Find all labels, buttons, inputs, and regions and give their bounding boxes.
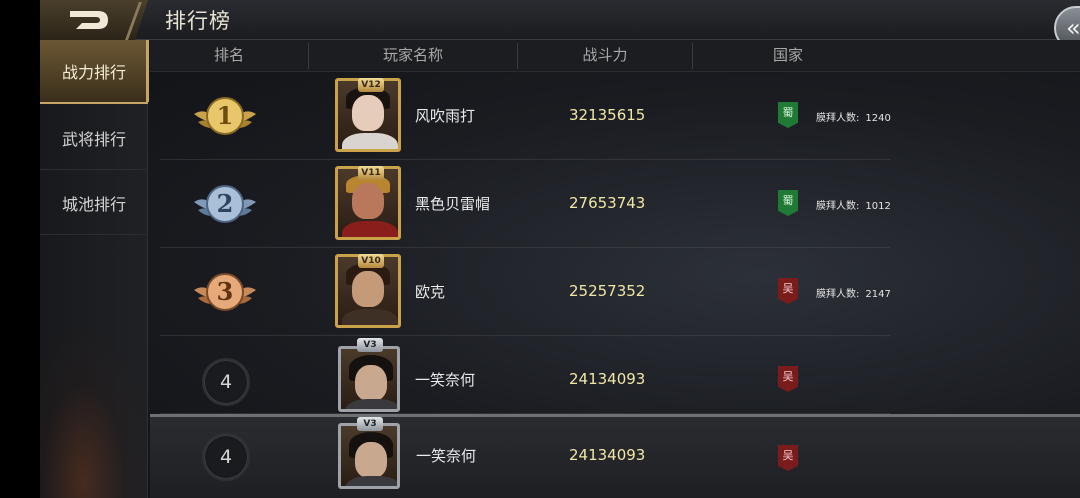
worship-value: 1240 [865,113,891,124]
sidebar-item-city-ranking[interactable]: 城池排行 [40,171,148,235]
player-name: 欧克 [415,283,446,301]
vip-badge: V11 [358,166,384,180]
avatar-face [355,365,387,401]
country-flag-shu: 蜀 [778,102,798,128]
player-avatar[interactable] [338,423,400,489]
table-row[interactable]: 4 V3 一笑奈何 24134093 吴 [160,336,890,414]
sidebar-item-label: 武将排行 [61,129,126,149]
leaderboard-screen: 排行榜 « 战力排行 武将排行 城池排行 排名 玩家名称 战斗力 国家 1 V1… [0,0,1080,498]
power-value: 24134093 [569,370,646,388]
avatar-body [345,476,397,486]
table-row[interactable]: 2 V11 黑色贝雷帽 27653743 蜀 膜拜人数: 1012 [160,160,891,248]
sidebar-decoration [40,330,148,498]
country-flag-shu: 蜀 [778,190,798,216]
svg-text:1: 1 [217,101,234,130]
double-chevron-left-icon: « [1066,14,1080,42]
svg-text:2: 2 [217,189,234,218]
power-value: 25257352 [569,282,646,300]
avatar-body [342,133,398,149]
sidebar-item-general-ranking[interactable]: 武将排行 [40,106,148,170]
self-rank-row[interactable]: 4 V3 一笑奈何 24134093 吴 [150,414,1080,498]
worship-count: 膜拜人数: 1012 [816,197,891,212]
power-value: 24134093 [569,446,646,464]
avatar-face [355,442,387,478]
column-rank: 排名 [213,46,244,64]
silver-medal-icon: 2 [194,185,256,223]
table-row[interactable]: 1 V12 风吹雨打 32135615 蜀 膜拜人数: 1240 [160,72,891,160]
avatar-body [345,399,397,409]
column-player: 玩家名称 [382,46,443,64]
power-value: 32135615 [569,106,646,124]
player-name: 一笑奈何 [415,371,476,389]
sidebar-item-label: 战力排行 [61,63,126,82]
sidebar-item-power-ranking[interactable]: 战力排行 [40,40,149,104]
table-row[interactable]: 3 V10 欧克 25257352 吴 膜拜人数: 2147 [160,248,891,336]
vip-badge: V10 [358,254,384,268]
vip-badge: V12 [358,78,384,92]
country-flag-wu: 吴 [778,445,798,471]
avatar-face [352,183,384,219]
avatar-body [342,221,398,237]
gold-medal-icon: 1 [194,97,256,135]
worship-label: 膜拜人数: [816,201,860,212]
player-name: 一笑奈何 [416,447,477,465]
player-name: 风吹雨打 [415,107,476,125]
left-margin [0,0,40,498]
country-flag-wu: 吴 [778,278,798,304]
worship-label: 膜拜人数: [816,113,860,124]
worship-count: 膜拜人数: 2147 [816,285,891,300]
worship-value: 1012 [865,201,891,212]
worship-count: 膜拜人数: 1240 [816,109,891,124]
rank-badge: 4 [202,358,250,406]
player-avatar[interactable] [338,346,400,412]
avatar-body [342,309,398,325]
column-header: 排名 玩家名称 战斗力 国家 [150,40,1080,72]
back-arrow-icon [70,11,108,29]
worship-label: 膜拜人数: [816,289,860,300]
power-value: 27653743 [569,194,646,212]
rank-badge: 4 [202,433,250,481]
player-name: 黑色贝雷帽 [415,195,491,213]
avatar-face [352,271,384,307]
bronze-medal-icon: 3 [194,273,256,311]
column-power: 战斗力 [582,46,628,64]
column-country: 国家 [772,46,803,64]
page-title: 排行榜 [165,9,231,33]
vip-badge: V3 [357,338,383,352]
svg-text:3: 3 [217,277,234,306]
vip-badge: V3 [357,417,383,431]
country-flag-wu: 吴 [778,366,798,392]
avatar-face [352,95,384,131]
worship-value: 2147 [865,289,891,300]
sidebar-item-label: 城池排行 [61,194,126,214]
